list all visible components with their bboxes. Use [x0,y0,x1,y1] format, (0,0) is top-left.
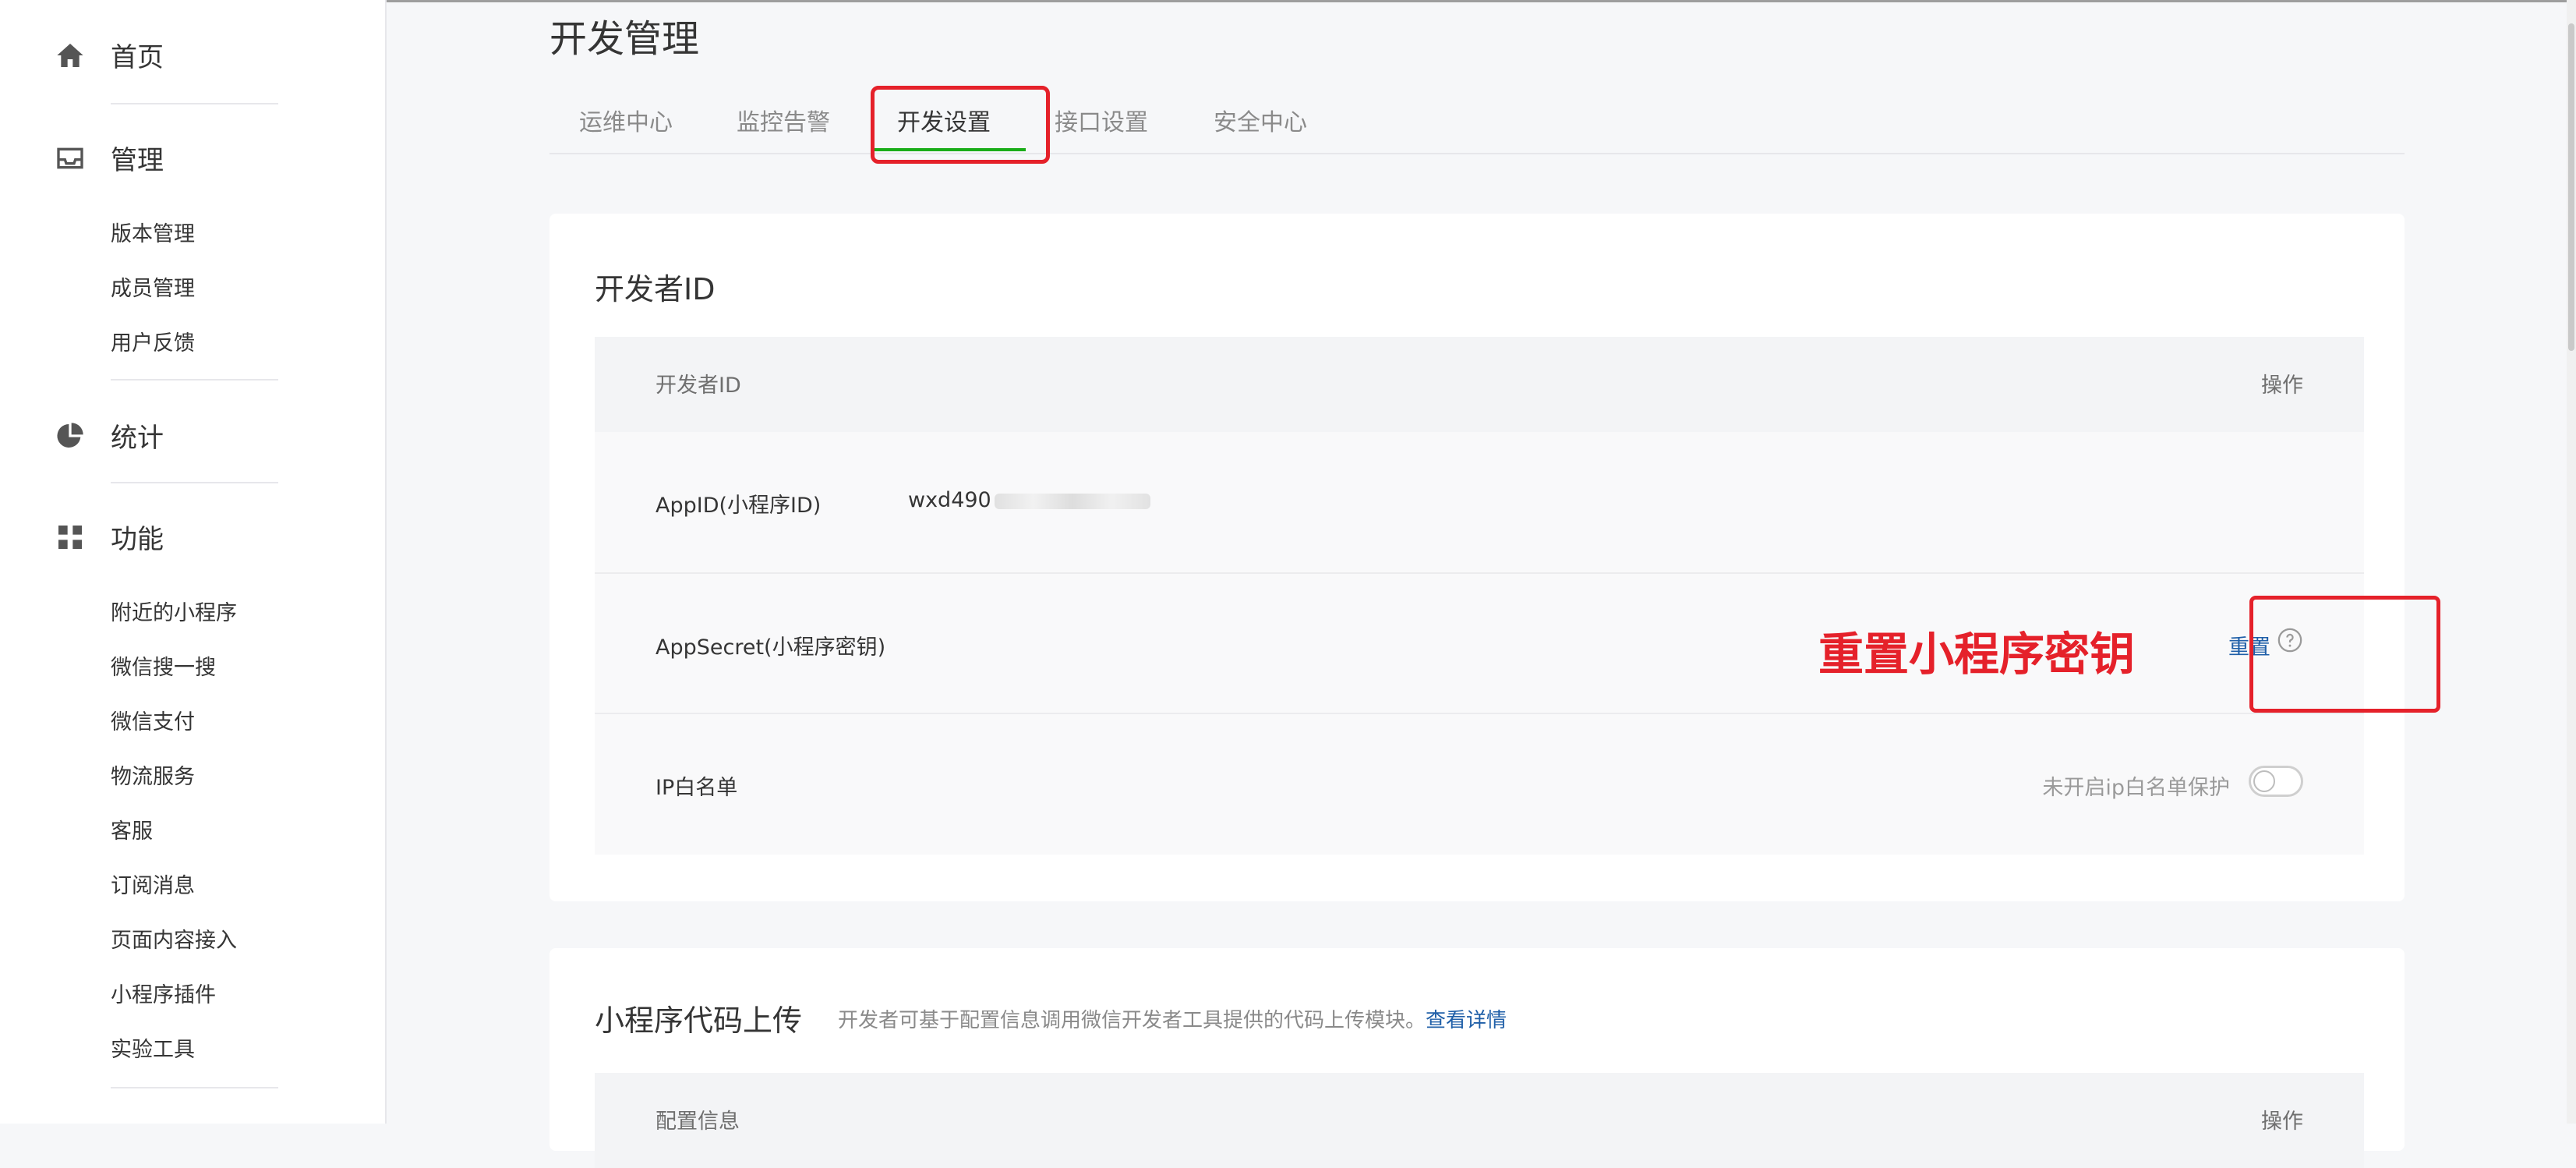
sidebar-subitem-pay[interactable]: 微信支付 [111,705,195,735]
sidebar-item-label: 功能 [111,524,164,555]
sidebar-item-label: 统计 [111,423,164,454]
scrollbar[interactable] [2567,0,2576,1124]
table-row-ip-whitelist: IP白名单 未开启ip白名单保护 [595,713,2364,855]
column-header: 操作 [2261,1110,2303,1134]
home-icon [53,38,87,73]
sidebar-subitem-feedback[interactable]: 用户反馈 [111,326,195,356]
sidebar-divider [111,1087,278,1088]
inbox-icon [53,141,87,175]
sidebar-subitem-logistics[interactable]: 物流服务 [111,759,195,790]
sidebar-item-features[interactable]: 功能 [53,518,164,556]
sidebar-item-manage[interactable]: 管理 [53,139,164,177]
upload-config-table: 配置信息 操作 [595,1073,2364,1168]
column-header: 配置信息 [655,1110,740,1134]
sidebar-subitem-page-content[interactable]: 页面内容接入 [111,923,237,954]
appsecret-label: AppSecret(小程序密钥) [655,635,886,660]
sidebar-subitem-members[interactable]: 成员管理 [111,271,195,302]
sidebar-subitem-plugin[interactable]: 小程序插件 [111,978,216,1008]
scrollbar-thumb[interactable] [2568,23,2574,351]
toggle-knob [2253,770,2275,792]
sidebar-item-home[interactable]: 首页 [53,36,164,74]
view-details-link[interactable]: 查看详情 [1426,1009,1507,1032]
sidebar-item-stats[interactable]: 统计 [53,416,164,455]
ip-whitelist-label: IP白名单 [655,776,738,800]
sidebar-divider [111,103,278,104]
sidebar-subitem-service[interactable]: 客服 [111,814,153,844]
sidebar-subitem-search[interactable]: 微信搜一搜 [111,650,216,681]
column-header: 操作 [2261,373,2303,398]
annotation-text: 重置小程序密钥 [1818,628,2136,681]
annotation-highlight-box [2249,596,2440,713]
sidebar: 首页 管理 版本管理 成员管理 用户反馈 统计 功能 附近的小程序 微信搜一搜 … [0,0,387,1124]
redacted-blur [994,493,1150,509]
tab-bar: 运维中心 监控告警 开发设置 接口设置 安全中心 [549,94,2405,154]
developer-id-card: 开发者ID 开发者ID 操作 AppID(小程序ID) wxd490 AppSe… [549,214,2440,901]
grid-icon [53,520,87,554]
sidebar-item-label: 管理 [111,145,164,176]
appid-text: wxd490 [908,488,991,512]
pie-chart-icon [53,419,87,453]
sidebar-subitem-lab[interactable]: 实验工具 [111,1032,195,1063]
column-header: 开发者ID [655,373,741,398]
tab-security[interactable]: 安全中心 [1214,103,1307,137]
sidebar-divider [111,482,278,483]
ip-whitelist-status: 未开启ip白名单保护 [2042,776,2230,800]
tab-monitor[interactable]: 监控告警 [737,103,830,137]
annotation-highlight-box [871,86,1050,164]
sidebar-subitem-nearby[interactable]: 附近的小程序 [111,596,237,626]
table-header: 配置信息 操作 [595,1073,2364,1168]
card-title: 小程序代码上传 [595,1003,803,1038]
appid-value: wxd490 [908,488,1150,512]
sidebar-divider [111,379,278,380]
description-text: 开发者可基于配置信息调用微信开发者工具提供的代码上传模块。 [838,1009,1426,1032]
tab-ops[interactable]: 运维中心 [579,103,673,137]
card-title: 开发者ID [595,272,716,306]
ip-whitelist-toggle[interactable] [2249,766,2303,797]
tab-api-settings[interactable]: 接口设置 [1055,103,1148,137]
table-row-appsecret: AppSecret(小程序密钥) 重置小程序密钥 重置 [595,572,2440,714]
sidebar-item-label: 首页 [111,42,164,73]
sidebar-subitem-version[interactable]: 版本管理 [111,217,195,247]
table-row-appid: AppID(小程序ID) wxd490 [595,432,2364,572]
page-title: 开发管理 [549,17,700,61]
sidebar-subitem-subscribe[interactable]: 订阅消息 [111,869,195,899]
code-upload-card: 小程序代码上传 开发者可基于配置信息调用微信开发者工具提供的代码上传模块。查看详… [549,948,2405,1168]
card-description: 开发者可基于配置信息调用微信开发者工具提供的代码上传模块。查看详情 [838,1004,1507,1033]
table-header: 开发者ID 操作 [595,337,2364,432]
developer-id-table: 开发者ID 操作 AppID(小程序ID) wxd490 AppSecret(小… [595,337,2440,855]
appid-label: AppID(小程序ID) [655,494,822,518]
